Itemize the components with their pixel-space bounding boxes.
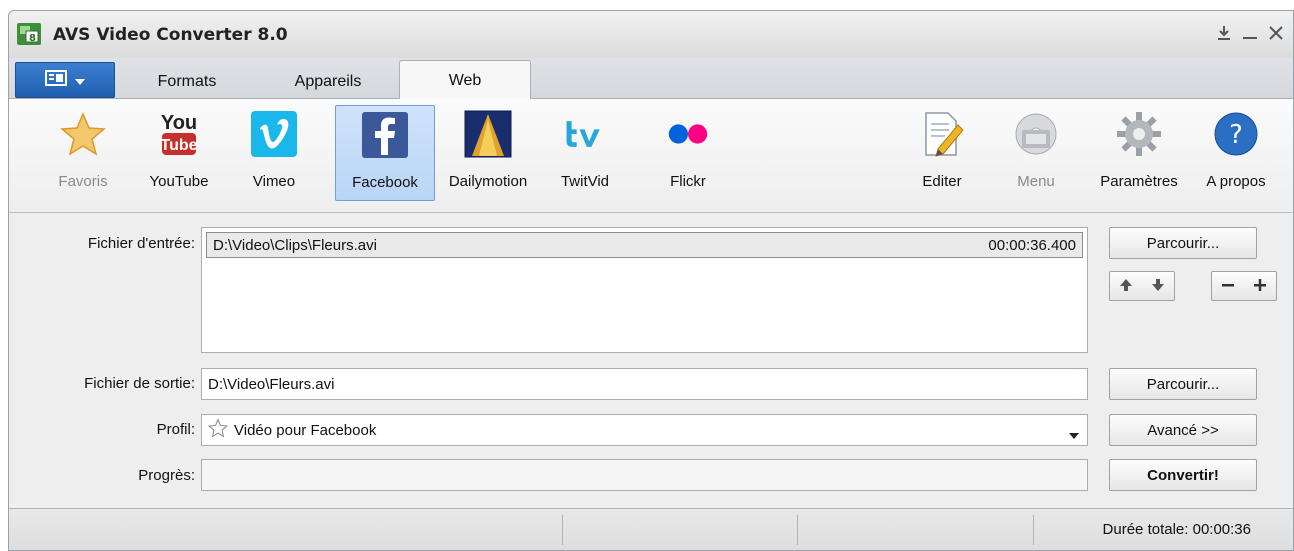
window-controls xyxy=(1213,21,1287,45)
close-icon[interactable] xyxy=(1265,21,1287,45)
list-item[interactable]: D:\Video\Clips\Fleurs.avi 00:00:36.400 xyxy=(206,232,1083,258)
twitvid-logo-icon xyxy=(561,109,609,159)
download-icon[interactable] xyxy=(1213,21,1235,45)
tab-label: Web xyxy=(448,71,482,89)
flickr-logo-icon xyxy=(664,109,712,159)
minimize-icon[interactable] xyxy=(1239,21,1261,45)
star-outline-icon xyxy=(207,418,229,442)
menu-label: Menu xyxy=(1017,173,1055,190)
plus-icon xyxy=(1253,277,1267,296)
editer-label: Editer xyxy=(922,173,962,190)
move-up-button[interactable] xyxy=(1110,272,1142,300)
remove-file-button[interactable] xyxy=(1212,272,1244,300)
input-file-list[interactable]: D:\Video\Clips\Fleurs.avi 00:00:36.400 xyxy=(201,227,1088,353)
convert-button[interactable]: Convertir! xyxy=(1109,459,1257,491)
youtube-logo-bottom: Tube xyxy=(160,137,197,154)
tab-bar: Formats Appareils Web xyxy=(9,58,1293,100)
move-down-button[interactable] xyxy=(1142,272,1174,300)
twitvid-label: TwitVid xyxy=(560,173,610,190)
browse-output-button[interactable]: Parcourir... xyxy=(1109,368,1257,400)
youtube-logo-icon: You Tube xyxy=(155,109,203,159)
add-file-button[interactable] xyxy=(1244,272,1276,300)
output-file-field[interactable]: D:\Video\Fleurs.avi xyxy=(201,368,1088,400)
youtube-button[interactable]: You Tube YouTube xyxy=(137,105,221,201)
facebook-button[interactable]: Facebook xyxy=(335,105,435,201)
app-logo-icon: 8 xyxy=(17,23,41,45)
status-divider xyxy=(1033,515,1034,545)
add-remove-buttons xyxy=(1211,271,1277,301)
ribbon-toolbar: Favoris You Tube YouTube Vimeo Facebook xyxy=(9,99,1293,213)
status-bar: Durée totale: 00:00:36 xyxy=(9,508,1293,550)
input-file-label: Fichier d'entrée: xyxy=(87,235,195,252)
facebook-logo-icon xyxy=(361,110,409,160)
dailymotion-button[interactable]: Dailymotion xyxy=(439,105,537,201)
profile-value: Vidéo pour Facebook xyxy=(234,421,377,439)
move-buttons xyxy=(1109,271,1175,301)
progress-bar xyxy=(201,459,1088,491)
tab-label: Formats xyxy=(157,72,217,90)
tab-appareils[interactable]: Appareils xyxy=(273,64,383,99)
output-file-label: Fichier de sortie: xyxy=(84,375,195,392)
youtube-label: YouTube xyxy=(149,173,209,190)
menu-disc-button[interactable]: Menu xyxy=(1001,105,1071,201)
flickr-label: Flickr xyxy=(670,173,706,190)
arrow-down-icon xyxy=(1151,277,1165,296)
app-window: 8 AVS Video Converter 8.0 Formats Appare… xyxy=(8,10,1294,551)
apropos-button[interactable]: ? A propos xyxy=(1193,105,1279,201)
svg-text:8: 8 xyxy=(29,33,36,44)
parametres-label: Paramètres xyxy=(1100,173,1178,190)
vimeo-button[interactable]: Vimeo xyxy=(241,105,307,201)
arrow-up-icon xyxy=(1119,277,1133,296)
svg-text:?: ? xyxy=(1229,120,1243,150)
browse-input-button[interactable]: Parcourir... xyxy=(1109,227,1257,259)
favoris-button[interactable]: Favoris xyxy=(45,105,121,201)
tab-web[interactable]: Web xyxy=(399,60,531,100)
help-icon: ? xyxy=(1212,109,1260,159)
status-divider xyxy=(562,515,563,545)
tab-formats[interactable]: Formats xyxy=(135,64,239,99)
edit-document-icon xyxy=(918,109,966,159)
tab-label: Appareils xyxy=(294,72,362,90)
main-menu-button[interactable] xyxy=(15,62,115,98)
disc-menu-icon xyxy=(1012,109,1060,159)
input-file-path: D:\Video\Clips\Fleurs.avi xyxy=(213,236,377,254)
advanced-button[interactable]: Avancé >> xyxy=(1109,414,1257,446)
twitvid-button[interactable]: TwitVid xyxy=(547,105,623,201)
status-divider xyxy=(797,515,798,545)
window-title: AVS Video Converter 8.0 xyxy=(53,25,288,45)
menu-grid-icon xyxy=(45,70,67,90)
favoris-label: Favoris xyxy=(58,173,108,190)
gear-icon xyxy=(1115,109,1163,159)
profile-dropdown[interactable]: Vidéo pour Facebook xyxy=(201,414,1088,446)
star-icon xyxy=(59,109,107,159)
progress-label: Progrès: xyxy=(138,467,195,484)
title-bar: 8 AVS Video Converter 8.0 xyxy=(9,11,1293,58)
apropos-label: A propos xyxy=(1206,173,1266,190)
output-file-value: D:\Video\Fleurs.avi xyxy=(208,375,335,393)
dropdown-arrow-icon xyxy=(1069,427,1079,444)
total-duration: Durée totale: 00:00:36 xyxy=(1102,521,1251,538)
chevron-down-icon xyxy=(75,71,85,90)
parametres-button[interactable]: Paramètres xyxy=(1089,105,1189,201)
input-file-duration: 00:00:36.400 xyxy=(988,236,1076,254)
editer-button[interactable]: Editer xyxy=(907,105,977,201)
dailymotion-label: Dailymotion xyxy=(448,173,528,190)
facebook-label: Facebook xyxy=(352,174,418,191)
vimeo-label: Vimeo xyxy=(252,173,296,190)
vimeo-logo-icon xyxy=(250,109,298,159)
profile-label: Profil: xyxy=(156,421,195,438)
youtube-logo-top: You xyxy=(161,112,197,134)
flickr-button[interactable]: Flickr xyxy=(653,105,723,201)
dailymotion-logo-icon xyxy=(464,109,512,159)
minus-icon xyxy=(1221,277,1235,296)
